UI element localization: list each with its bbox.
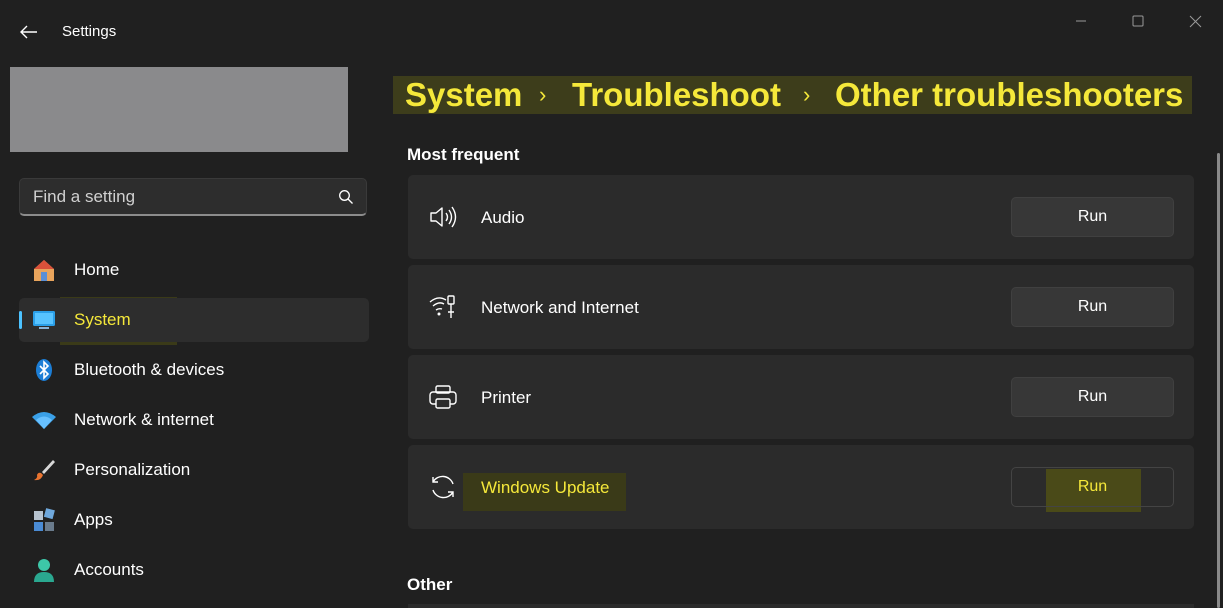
home-icon bbox=[34, 260, 54, 281]
maximize-icon bbox=[1132, 15, 1144, 27]
breadcrumb-item-system[interactable]: System bbox=[405, 76, 522, 114]
troubleshooter-label: Windows Update bbox=[481, 478, 610, 497]
section-title-most-frequent: Most frequent bbox=[407, 145, 520, 164]
troubleshooter-card-audio: Audio Run bbox=[408, 175, 1194, 259]
system-display-icon bbox=[33, 311, 55, 329]
sidebar-item-apps[interactable]: Apps bbox=[19, 498, 369, 542]
search-icon[interactable] bbox=[338, 189, 354, 205]
selection-indicator bbox=[19, 311, 22, 329]
sidebar-item-label: System bbox=[74, 310, 131, 329]
network-icon bbox=[429, 295, 455, 318]
breadcrumb-item-troubleshoot[interactable]: Troubleshoot bbox=[572, 76, 781, 114]
close-button[interactable] bbox=[1177, 10, 1213, 32]
account-profile-block[interactable] bbox=[10, 67, 348, 152]
sidebar-item-label: Apps bbox=[74, 510, 113, 529]
run-audio-button[interactable]: Run bbox=[1011, 197, 1174, 237]
breadcrumb-item-current: Other troubleshooters bbox=[835, 76, 1184, 113]
search-input[interactable] bbox=[20, 179, 335, 215]
troubleshooter-card-printer: Printer Run bbox=[408, 355, 1194, 439]
minimize-button[interactable] bbox=[1063, 10, 1099, 32]
sidebar-item-personalization[interactable]: Personalization bbox=[19, 448, 369, 492]
sidebar-item-label: Accounts bbox=[74, 560, 144, 579]
apps-icon bbox=[34, 508, 55, 531]
troubleshooter-label: Audio bbox=[481, 208, 525, 227]
sidebar-item-home[interactable]: Home bbox=[19, 248, 369, 292]
search-box[interactable] bbox=[19, 178, 367, 216]
run-windows-update-button[interactable]: Run bbox=[1011, 467, 1174, 507]
section-title-other: Other bbox=[407, 575, 453, 594]
sidebar-item-label: Bluetooth & devices bbox=[74, 360, 225, 379]
run-printer-button[interactable]: Run bbox=[1011, 377, 1174, 417]
troubleshooter-label: Network and Internet bbox=[481, 298, 639, 317]
account-icon bbox=[34, 559, 54, 582]
close-icon bbox=[1189, 15, 1201, 27]
maximize-button[interactable] bbox=[1120, 10, 1156, 32]
back-button[interactable] bbox=[14, 18, 44, 46]
sidebar-item-accounts[interactable]: Accounts bbox=[19, 548, 369, 592]
paintbrush-icon bbox=[34, 460, 55, 481]
troubleshooter-card-network: Network and Internet Run bbox=[408, 265, 1194, 349]
app-title: Settings bbox=[62, 23, 117, 40]
back-arrow-icon bbox=[20, 25, 37, 39]
sidebar-item-label: Home bbox=[74, 260, 120, 279]
run-network-button[interactable]: Run bbox=[1011, 287, 1174, 327]
wifi-icon bbox=[32, 412, 56, 429]
scrollbar[interactable] bbox=[1217, 153, 1220, 608]
troubleshooter-card-windows-update: Windows Update Run bbox=[408, 445, 1194, 529]
speaker-icon bbox=[430, 206, 457, 228]
other-card-edge bbox=[408, 604, 1194, 608]
sidebar-item-label: Network & internet bbox=[74, 410, 214, 429]
breadcrumb-separator: › bbox=[803, 82, 811, 107]
troubleshooter-label: Printer bbox=[481, 388, 532, 407]
breadcrumb-separator: › bbox=[539, 82, 547, 107]
printer-icon bbox=[429, 385, 457, 409]
sidebar-item-system[interactable]: System bbox=[19, 298, 369, 342]
bluetooth-icon bbox=[36, 359, 52, 381]
minimize-icon bbox=[1076, 20, 1086, 22]
sidebar-item-label: Personalization bbox=[74, 460, 191, 479]
sync-icon bbox=[432, 475, 454, 499]
sidebar-item-network[interactable]: Network & internet bbox=[19, 398, 369, 442]
sidebar-item-bluetooth[interactable]: Bluetooth & devices bbox=[19, 348, 369, 392]
